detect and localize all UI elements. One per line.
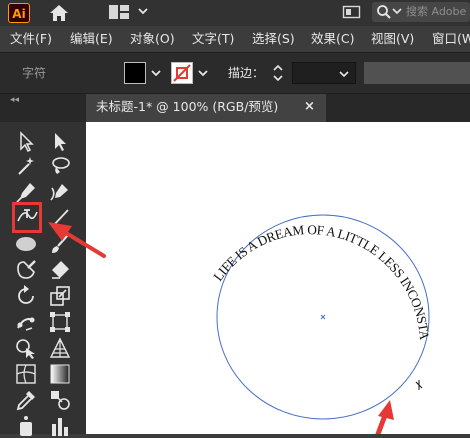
document-tab-bar: ◂◂ 未标题-1* @ 100% (RGB/预览) × <box>0 94 470 122</box>
gradient-tool-icon[interactable] <box>48 362 72 386</box>
document-tab-title: 未标题-1* @ 100% (RGB/预览) <box>96 99 279 114</box>
column-graph-tool-icon[interactable] <box>48 414 72 438</box>
tools-panel <box>0 122 86 436</box>
line-segment-tool-icon[interactable] <box>48 206 72 230</box>
shaper-tool-icon[interactable] <box>14 258 38 282</box>
close-tab-icon[interactable]: × <box>304 94 315 120</box>
chevron-down-icon[interactable] <box>150 66 162 80</box>
menu-window[interactable]: 窗口(W <box>432 26 470 52</box>
search-input[interactable]: 搜索 Adobe <box>372 2 470 22</box>
panel-toggle-icon[interactable] <box>342 4 362 20</box>
menu-select[interactable]: 选择(S) <box>252 26 295 52</box>
stroke-color-swatch[interactable] <box>171 62 193 84</box>
app-bar: Ai 搜索 Adobe <box>0 0 470 26</box>
curvature-tool-icon[interactable] <box>48 180 72 204</box>
symbol-sprayer-tool-icon[interactable] <box>14 414 38 438</box>
chevron-down-icon[interactable] <box>197 66 209 80</box>
lasso-tool-icon[interactable] <box>48 154 72 178</box>
stroke-weight-label: 描边： <box>228 66 265 80</box>
chevron-down-icon <box>339 71 349 78</box>
paintbrush-tool-icon[interactable] <box>48 232 72 256</box>
menu-file[interactable]: 文件(F) <box>10 26 52 52</box>
magic-wand-tool-icon[interactable] <box>14 154 38 178</box>
eraser-tool-icon[interactable] <box>48 258 72 282</box>
no-stroke-icon <box>173 64 191 82</box>
menu-type[interactable]: 文字(T) <box>192 26 234 52</box>
stroke-weight-stepper[interactable] <box>272 63 284 83</box>
free-transform-tool-icon[interactable] <box>48 310 72 334</box>
shape-builder-tool-icon[interactable] <box>14 336 38 360</box>
pen-tool-icon[interactable] <box>14 180 38 204</box>
style-field[interactable] <box>364 62 470 84</box>
scale-tool-icon[interactable] <box>48 284 72 308</box>
app-logo: Ai <box>8 3 30 23</box>
chevron-down-icon <box>392 8 402 15</box>
artboard[interactable]: LIFE IS A DREAM OF A LITTLE LESS INCONST… <box>86 122 470 434</box>
menu-edit[interactable]: 编辑(E) <box>70 26 113 52</box>
fill-color-swatch[interactable] <box>124 62 146 84</box>
menu-view[interactable]: 视图(V) <box>371 26 414 52</box>
eyedropper-tool-icon[interactable] <box>14 388 38 412</box>
text-end-marker <box>415 380 423 390</box>
blend-tool-icon[interactable] <box>48 388 72 412</box>
artwork: LIFE IS A DREAM OF A LITTLE LESS INCONST… <box>86 122 433 420</box>
stroke-weight-select[interactable] <box>292 62 356 84</box>
ellipse-tool-icon[interactable] <box>14 232 38 256</box>
mesh-tool-icon[interactable] <box>14 362 38 386</box>
perspective-grid-tool-icon[interactable] <box>48 336 72 360</box>
home-icon[interactable] <box>48 3 70 23</box>
selection-tool-icon[interactable] <box>14 130 38 154</box>
menu-bar: 文件(F) 编辑(E) 对象(O) 文字(T) 选择(S) 效果(C) 视图(V… <box>0 26 470 52</box>
chevron-down-icon[interactable] <box>137 4 149 18</box>
search-placeholder: 搜索 Adobe <box>406 5 467 18</box>
puppet-warp-tool-icon[interactable] <box>14 310 38 334</box>
document-tab[interactable]: 未标题-1* @ 100% (RGB/预览) × <box>86 94 326 122</box>
character-label: 字符 <box>22 66 47 80</box>
search-icon <box>377 5 391 19</box>
rotate-tool-icon[interactable] <box>14 284 38 308</box>
center-point-icon <box>320 314 326 320</box>
tool-highlight-box <box>12 202 42 233</box>
direct-selection-tool-icon[interactable] <box>48 130 72 154</box>
control-bar: 字符 描边： <box>0 52 470 94</box>
collapse-panel-icon[interactable]: ◂◂ <box>10 94 19 106</box>
workspace-layout-icon[interactable] <box>108 3 130 21</box>
menu-object[interactable]: 对象(O) <box>130 26 175 52</box>
menu-effect[interactable]: 效果(C) <box>311 26 354 52</box>
